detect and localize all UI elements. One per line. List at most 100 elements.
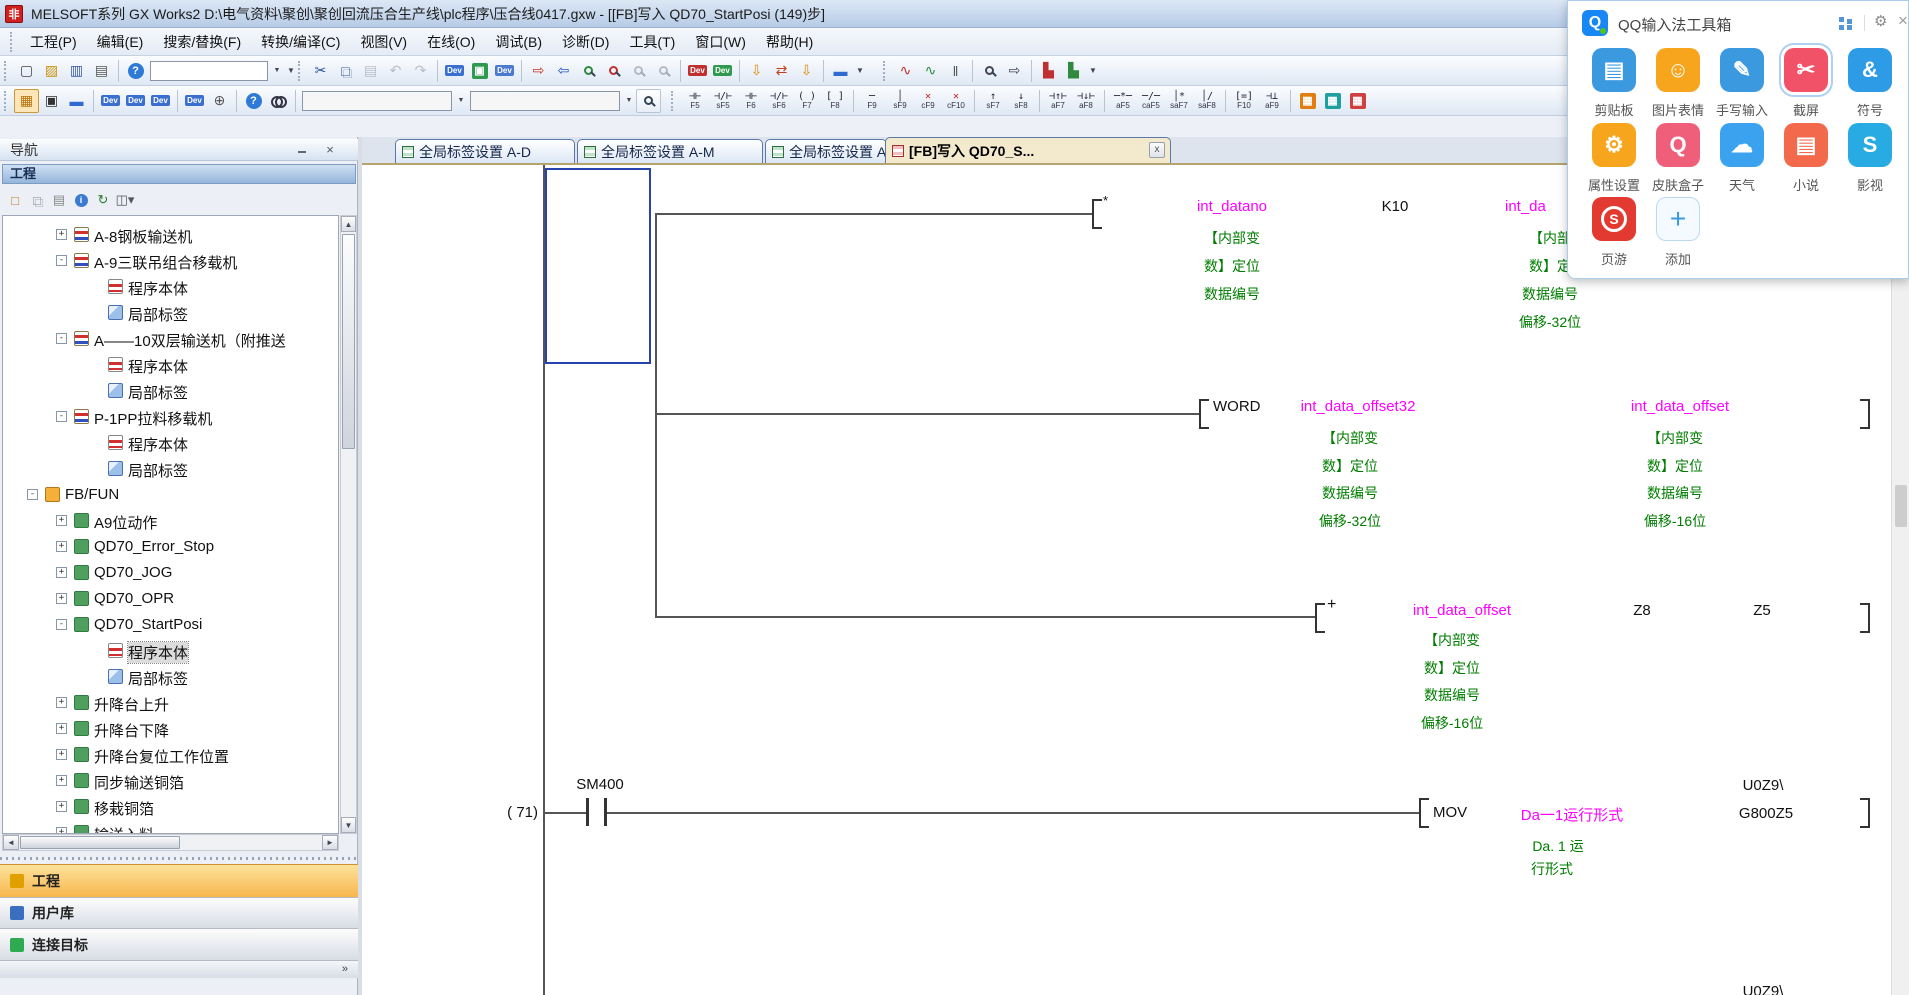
- menu-item-8[interactable]: 工具(T): [619, 29, 685, 55]
- ladder-cursor[interactable]: [545, 168, 651, 364]
- display-target[interactable]: ⊕: [207, 89, 232, 113]
- 属性设置-icon[interactable]: ⚙: [1592, 123, 1636, 167]
- save-project[interactable]: ▥: [64, 59, 89, 83]
- toolbox-app-9[interactable]: S影视: [1840, 123, 1900, 194]
- inline-st-box[interactable]: [=]F10: [1230, 87, 1258, 114]
- paste-item[interactable]: ▤: [48, 189, 70, 211]
- toolbox-app-3[interactable]: ✂截屏: [1776, 48, 1836, 119]
- vertical-line[interactable]: │sF9: [886, 87, 914, 114]
- find-device-combo[interactable]: [470, 91, 620, 111]
- application-instruction[interactable]: [ ]F8: [821, 87, 849, 114]
- ladder-vertical-scrollbar[interactable]: [1891, 165, 1909, 995]
- tree-hscrollbar-thumb[interactable]: [20, 836, 180, 849]
- combo-dropdown-icon[interactable]: ▼: [454, 90, 468, 112]
- tree-item[interactable]: 局部标签: [3, 300, 338, 326]
- tree-item[interactable]: +移栽铜箔: [3, 794, 338, 820]
- operand-int-data-offset-r3[interactable]: int_data_offset: [1413, 602, 1511, 619]
- tree-vertical-scrollbar[interactable]: ▲ ▼: [340, 215, 357, 834]
- pulse-invert[interactable]: │/saF8: [1193, 87, 1221, 114]
- 手写输入-icon[interactable]: ✎: [1720, 48, 1764, 92]
- read-mode[interactable]: ▦: [1345, 89, 1370, 113]
- operand-da1-run-mode[interactable]: Da一1运行形式: [1521, 804, 1624, 825]
- view-button-project[interactable]: 工程: [0, 864, 358, 897]
- new-item[interactable]: □: [4, 189, 26, 211]
- invert-result[interactable]: ─/─caF5: [1137, 87, 1165, 114]
- output-window[interactable]: ▬: [64, 89, 89, 113]
- operand-int-data-offset[interactable]: int_data_offset: [1631, 398, 1729, 415]
- device-display-mode[interactable]: Dev: [182, 89, 207, 113]
- tree-item[interactable]: +升降台复位工作位置: [3, 742, 338, 768]
- tab-0[interactable]: 全局标签设置 A-D: [395, 139, 575, 163]
- tree-item[interactable]: 局部标签: [3, 664, 338, 690]
- operand-int-data-offset32[interactable]: int_data_offset32: [1301, 398, 1416, 415]
- statement-display[interactable]: Dev: [123, 89, 148, 113]
- sort-filter[interactable]: ◫▾: [114, 189, 136, 211]
- plus-operator[interactable]: +: [1327, 596, 1336, 614]
- expand-plus-icon[interactable]: +: [56, 749, 67, 760]
- tree-scrollbar-thumb[interactable]: [342, 234, 355, 449]
- 页游-icon[interactable]: S: [1592, 197, 1636, 241]
- device-display-green[interactable]: Dev: [710, 59, 735, 83]
- operand-u0z9-prefix[interactable]: U0Z9\: [1743, 777, 1784, 794]
- tree-item[interactable]: -P-1PP拉料移载机: [3, 404, 338, 430]
- remote-operation[interactable]: [601, 59, 626, 83]
- toolbox-app-11[interactable]: +添加: [1648, 197, 1708, 268]
- menu-item-1[interactable]: 编辑(E): [87, 29, 154, 55]
- expand-plus-icon[interactable]: +: [56, 593, 67, 604]
- sampling-trace-pause[interactable]: ‖: [943, 59, 968, 83]
- comment-display[interactable]: Dev: [98, 89, 123, 113]
- settings-gear-icon[interactable]: ⚙: [1874, 12, 1887, 30]
- combo-dropdown-icon[interactable]: ▼: [622, 90, 636, 112]
- quick-find-dropdown[interactable]: ▼: [284, 60, 298, 82]
- tree-item[interactable]: -FB/FUN: [3, 482, 338, 508]
- collapse-minus-icon[interactable]: -: [56, 411, 67, 422]
- tab-2[interactable]: 全局标签设置 A-J: [765, 139, 887, 163]
- expand-plus-icon[interactable]: +: [56, 775, 67, 786]
- toolbox-app-2[interactable]: ✎手写输入: [1712, 48, 1772, 119]
- rising-pulse-branch[interactable]: ⊣↑⊢aF7: [1044, 87, 1072, 114]
- expand-plus-icon[interactable]: +: [56, 567, 67, 578]
- sampling-trace-red[interactable]: ∿: [893, 59, 918, 83]
- refresh-view[interactable]: ↻: [92, 189, 114, 211]
- find-target-combo[interactable]: [302, 91, 452, 111]
- open-project[interactable]: ▨: [39, 59, 64, 83]
- rising-pulse[interactable]: ↑sF7: [979, 87, 1007, 114]
- menu-item-4[interactable]: 视图(V): [350, 29, 417, 55]
- device-batch[interactable]: Dev: [492, 59, 517, 83]
- 截屏-icon[interactable]: ✂: [1784, 48, 1828, 92]
- multiply-operator[interactable]: *: [1103, 193, 1108, 208]
- tree-item[interactable]: 程序本体: [3, 352, 338, 378]
- collapse-minus-icon[interactable]: -: [27, 489, 38, 500]
- tree-item[interactable]: -QD70_StartPosi: [3, 612, 338, 638]
- expand-plus-icon[interactable]: +: [56, 697, 67, 708]
- scroll-right-icon[interactable]: ►: [322, 835, 338, 850]
- inline-structured-text[interactable]: ▦: [1295, 89, 1320, 113]
- ladder-edit-mode[interactable]: ▦: [1320, 89, 1345, 113]
- tab-active-3[interactable]: [FB]写入 QD70_S...x: [885, 137, 1171, 163]
- view-button-options[interactable]: »: [0, 960, 358, 978]
- item-properties[interactable]: i: [70, 189, 92, 211]
- close-icon[interactable]: ×: [322, 142, 338, 158]
- word-instruction[interactable]: WORD: [1213, 398, 1261, 415]
- delete-horizontal-line[interactable]: ✕cF9: [914, 87, 942, 114]
- expand-plus-icon[interactable]: +: [56, 723, 67, 734]
- collapse-minus-icon[interactable]: -: [56, 619, 67, 630]
- copy-item[interactable]: □: [26, 189, 48, 211]
- tree-item[interactable]: +QD70_Error_Stop: [3, 534, 338, 560]
- toolbox-app-0[interactable]: ▤剪贴板: [1584, 48, 1644, 119]
- open-branch[interactable]: ⊣⊢F6: [737, 87, 765, 114]
- tree-item[interactable]: +A-8钢板输送机: [3, 222, 338, 248]
- ladder-canvas[interactable]: * int_datano K10 int_da 【内部变 数】定位 数据编号 【…: [362, 165, 1909, 995]
- tree-item[interactable]: +QD70_OPR: [3, 586, 338, 612]
- falling-pulse-branch[interactable]: ⊣↓⊢aF8: [1072, 87, 1100, 114]
- apps-grid-icon[interactable]: [1839, 17, 1852, 30]
- verify-with-plc[interactable]: [576, 59, 601, 83]
- scroll-up-icon[interactable]: ▲: [341, 216, 356, 232]
- 小说-icon[interactable]: ▤: [1784, 123, 1828, 167]
- scroll-left-icon[interactable]: ◄: [3, 835, 19, 850]
- trace-toolbar-overflow[interactable]: ▼: [1086, 60, 1100, 82]
- open-contact[interactable]: ⊣⊢F5: [681, 87, 709, 114]
- tree-item[interactable]: +升降台下降: [3, 716, 338, 742]
- tree-item[interactable]: 程序本体: [3, 638, 338, 664]
- operand-int-da-truncated[interactable]: int_da: [1505, 198, 1546, 215]
